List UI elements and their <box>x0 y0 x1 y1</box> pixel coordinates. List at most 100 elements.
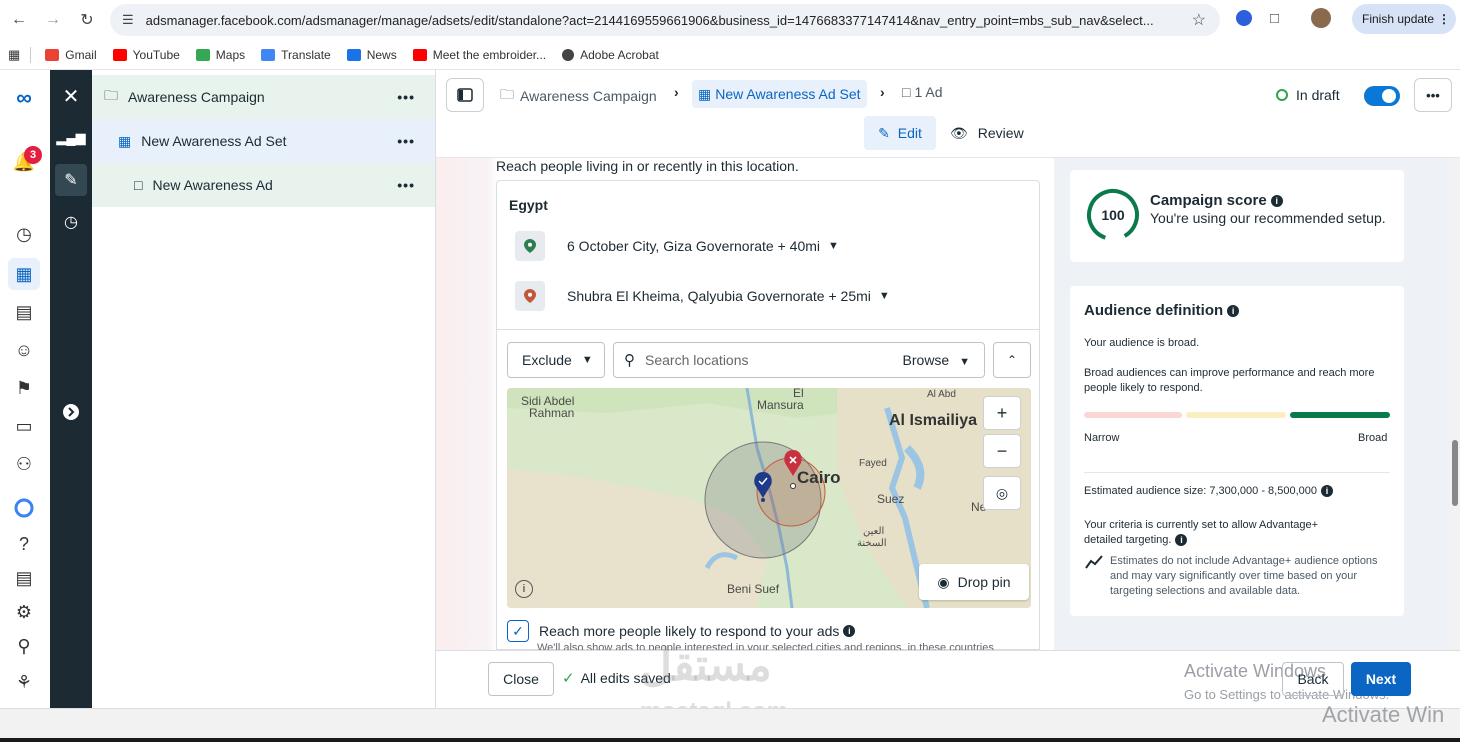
meta-ai-ring-icon[interactable] <box>8 492 40 524</box>
adset-grid-icon: ▦ <box>698 85 712 102</box>
global-nav-rail: ∞ 🔔 3 ◷ ▦ ▤ ☺ ⚑ ▭ ⚇ ? ▤ ⚙ ⚲ ⚘ <box>0 70 50 708</box>
settings-gear-icon[interactable]: ⚙ <box>8 596 40 628</box>
extensions-puzzle-icon[interactable]: □ <box>1270 10 1279 27</box>
dashboard-gauge-icon[interactable]: ◷ <box>8 218 40 250</box>
expand-arrow-icon[interactable] <box>55 396 87 428</box>
bookmark-translate[interactable]: Translate <box>261 48 331 62</box>
location-item[interactable]: Shubra El Kheima, Qalyubia Governorate +… <box>515 281 890 311</box>
reach-more-checkbox[interactable]: ✓ <box>507 620 529 642</box>
chart-bars-icon[interactable]: ▂▄▆ <box>55 122 87 154</box>
location-list: Egypt 6 October City, Giza Governorate +… <box>496 180 1040 330</box>
audience-size: Estimated audience size: 7,300,000 - 8,5… <box>1084 484 1394 499</box>
back-button[interactable]: Back <box>1282 662 1344 696</box>
breadcrumb-campaign[interactable]: 🗀 Awareness Campaign <box>500 84 657 108</box>
ad-more-button[interactable]: ••• <box>397 177 415 193</box>
campaign-score-card: 100 Campaign score i You're using our rec… <box>1070 170 1404 262</box>
bookmark-youtube[interactable]: YouTube <box>112 48 180 62</box>
folder-icon: 🗀 <box>104 87 118 103</box>
edit-pencil-icon[interactable]: ✎ <box>55 164 87 196</box>
info-icon[interactable]: i <box>843 625 856 637</box>
include-exclude-select[interactable]: Exclude ▼ <box>507 342 605 378</box>
bookmark-news[interactable]: News <box>346 48 397 62</box>
scrollbar-thumb[interactable] <box>1452 440 1458 506</box>
next-button[interactable]: Next <box>1351 662 1411 696</box>
tree-item-ad[interactable]: □ New Awareness Ad ••• <box>92 163 435 207</box>
toggle-sidebar-button[interactable] <box>446 78 484 112</box>
caret-down-icon[interactable]: ▼ <box>879 290 890 302</box>
bookmark-star-icon[interactable]: ☆ <box>1192 10 1206 30</box>
score-subtitle: You're using our recommended setup. <box>1150 210 1386 226</box>
bookmark-embroider[interactable]: Meet the embroider... <box>412 48 546 62</box>
reach-more-checkbox-row[interactable]: ✓ Reach more people likely to respond to… <box>507 620 856 642</box>
tab-edit[interactable]: ✎ Edit <box>864 116 936 150</box>
meta-logo-icon[interactable]: ∞ <box>8 82 40 114</box>
tree-item-adset[interactable]: ▦ New Awareness Ad Set ••• <box>92 119 435 163</box>
map-info-icon[interactable]: i <box>515 580 533 598</box>
zoom-out-button[interactable]: − <box>983 434 1021 468</box>
browser-toolbar: ← → ↻ ☰ adsmanager.facebook.com/adsmanag… <box>0 0 1460 40</box>
history-clock-icon[interactable]: ◷ <box>55 206 87 238</box>
business-people-icon[interactable]: ⚇ <box>8 448 40 480</box>
campaign-megaphone-icon[interactable]: ⚑ <box>8 372 40 404</box>
reach-more-description: We'll also show ads to people interested… <box>537 642 994 650</box>
close-button[interactable]: Close <box>488 662 554 696</box>
reload-icon[interactable]: ↻ <box>72 5 102 35</box>
adset-more-button[interactable]: ••• <box>397 133 415 149</box>
pages-book-icon[interactable]: ▤ <box>8 296 40 328</box>
tab-review[interactable]: 👁 Review <box>950 116 1024 150</box>
page-bottom-strip <box>0 708 1460 742</box>
breadcrumb-adset[interactable]: ▦ New Awareness Ad Set <box>692 80 867 108</box>
eye-icon: 👁 <box>950 124 968 141</box>
search-icon[interactable]: ⚲ <box>8 630 40 662</box>
extension-icon[interactable] <box>1236 10 1252 26</box>
apps-grid-icon[interactable]: ▦ <box>8 47 20 63</box>
meter-broad-label: Broad <box>1358 432 1388 444</box>
bookmarks-bar: ▦ Gmail YouTube Maps Translate News Meet… <box>0 40 1460 70</box>
info-icon[interactable]: i <box>1270 195 1283 208</box>
close-icon[interactable]: ✕ <box>55 80 87 112</box>
active-toggle[interactable] <box>1364 86 1400 106</box>
bug-report-icon[interactable]: ⚘ <box>8 666 40 698</box>
info-icon[interactable]: i <box>1175 534 1188 547</box>
location-item[interactable]: 6 October City, Giza Governorate + 40mi … <box>515 231 839 261</box>
header-more-button[interactable]: ••• <box>1414 78 1452 112</box>
meter-narrow-segment <box>1084 412 1182 418</box>
breadcrumb-ad[interactable]: □ 1 Ad <box>902 84 943 100</box>
bookmark-maps[interactable]: Maps <box>195 48 245 62</box>
ad-frame-icon: □ <box>134 177 143 193</box>
profile-avatar[interactable] <box>1311 8 1332 28</box>
news-feed-icon[interactable]: ▤ <box>8 562 40 594</box>
audience-definition-card: Audience definition i Your audience is br… <box>1070 286 1404 616</box>
scrollbar-track[interactable] <box>1450 158 1460 650</box>
check-icon: ✓ <box>562 670 575 687</box>
billing-card-icon[interactable]: ▭ <box>8 410 40 442</box>
watermark-arabic: مستقل <box>640 641 772 690</box>
audiences-people-icon[interactable]: ☺ <box>8 334 40 366</box>
locate-me-button[interactable]: ◎ <box>983 476 1021 510</box>
bookmark-gmail[interactable]: Gmail <box>45 48 97 62</box>
campaign-more-button[interactable]: ••• <box>397 89 415 105</box>
tree-item-campaign[interactable]: 🗀 Awareness Campaign ••• <box>92 75 435 119</box>
audience-improve-text: Broad audiences can improve performance … <box>1084 367 1375 394</box>
back-arrow-icon[interactable]: ← <box>4 5 34 35</box>
caret-down-icon[interactable]: ▼ <box>828 240 839 252</box>
zoom-in-button[interactable]: + <box>983 396 1021 430</box>
browse-button[interactable]: Browse ▼ <box>903 352 970 368</box>
site-settings-icon[interactable]: ☰ <box>122 12 134 28</box>
info-icon[interactable]: i <box>1321 485 1333 498</box>
search-locations-input[interactable]: ⚲ Search locations Browse ▼ <box>613 342 985 378</box>
ads-manager-table-icon[interactable]: ▦ <box>8 258 40 290</box>
bookmark-acrobat[interactable]: Adobe Acrobat <box>562 48 659 62</box>
finish-update-button[interactable]: Finish update ⋮ <box>1352 4 1456 34</box>
address-bar[interactable]: ☰ adsmanager.facebook.com/adsmanager/man… <box>110 4 1220 36</box>
drop-pin-button[interactable]: ◉ Drop pin <box>919 564 1029 600</box>
location-map[interactable]: Sidi Abdel Rahman El Mansura Al Abd Al I… <box>507 388 1031 608</box>
menu-dots-icon[interactable]: ⋮ <box>1438 12 1450 26</box>
pin-icon: ◉ <box>937 573 950 590</box>
help-question-icon[interactable]: ? <box>8 528 40 560</box>
info-icon[interactable]: i <box>1227 305 1240 318</box>
collapse-map-button[interactable]: ⌃ <box>993 342 1031 378</box>
forward-arrow-icon[interactable]: → <box>38 5 68 35</box>
taskbar-strip <box>0 738 1460 742</box>
editor-footer: Close ✓ All edits saved Activate Windows… <box>436 650 1460 708</box>
